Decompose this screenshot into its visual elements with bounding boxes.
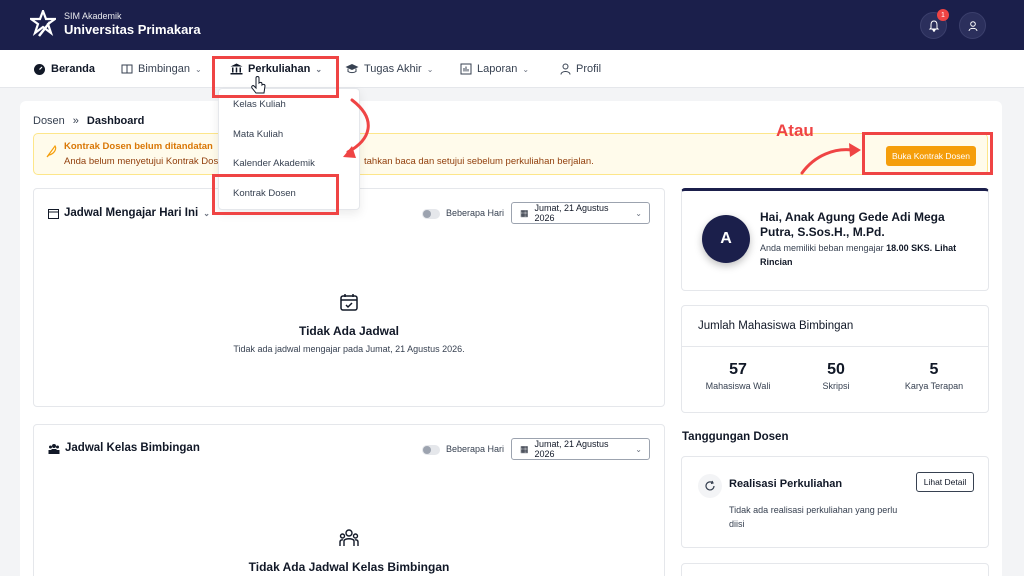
calendar-icon xyxy=(48,208,59,219)
app-title: Universitas Primakara xyxy=(64,22,201,37)
nav-bimbingan[interactable]: Bimbingan ⌄ xyxy=(121,50,202,88)
nav-profil[interactable]: Profil xyxy=(560,50,601,88)
contract-alert: Kontrak Dosen belum ditandatan Anda belu… xyxy=(33,133,988,175)
stat-value: 5 xyxy=(929,361,939,378)
teaching-schedule-card: Jadwal Mengajar Hari Ini ⌄ Beberapa Hari… xyxy=(33,188,665,407)
toggle-label: Beberapa Hari xyxy=(446,208,505,218)
breadcrumb-root[interactable]: Dosen xyxy=(33,115,65,127)
multi-day-toggle[interactable] xyxy=(422,209,440,219)
report-icon xyxy=(460,63,472,75)
breadcrumb-separator: » xyxy=(72,115,79,127)
highlight-open-contract xyxy=(862,132,993,175)
users-icon xyxy=(48,443,60,454)
app-subtitle: SIM Akademik xyxy=(64,11,122,21)
menu-item-kalender-akademik[interactable]: Kalender Akademik xyxy=(233,158,315,169)
nav-tugas-akhir[interactable]: Tugas Akhir ⌄ xyxy=(345,50,433,88)
alert-body: Anda belum menyetujui Kontrak Dos xyxy=(64,156,219,167)
calendar-icon: ▦ xyxy=(520,443,529,454)
main-nav: Beranda Bimbingan ⌄ Perkuliahan ⌄ Tugas … xyxy=(0,50,1024,88)
stat-label: Mahasiswa Wali xyxy=(705,381,771,391)
stat-value: 50 xyxy=(827,361,845,378)
notification-button[interactable]: 1 xyxy=(920,9,949,39)
teaching-load: Anda memiliki beban mengajar 18.00 SKS. … xyxy=(760,241,982,269)
notification-badge: 1 xyxy=(937,9,949,21)
graduation-cap-icon xyxy=(345,64,359,74)
stat-item: 57 Mahasiswa Wali xyxy=(688,361,788,391)
toggle-label: Beberapa Hari xyxy=(446,444,505,454)
user-icon xyxy=(560,63,571,75)
multi-day-toggle[interactable] xyxy=(422,445,440,455)
chevron-down-icon: ⌄ xyxy=(635,208,642,218)
nav-beranda[interactable]: Beranda xyxy=(33,50,95,88)
breadcrumb-current: Dashboard xyxy=(86,115,145,127)
chevron-down-icon: ⌄ xyxy=(635,444,642,454)
user-menu-button[interactable] xyxy=(959,12,986,39)
stat-label: Karya Terapan xyxy=(904,381,964,391)
next-card xyxy=(681,563,989,576)
logo-icon xyxy=(30,10,56,37)
alert-body-tail: tahkan baca dan setujui sebelum perkulia… xyxy=(364,156,594,167)
chevron-down-icon: ⌄ xyxy=(522,64,530,74)
date-select[interactable]: ▦ Jumat, 21 Agustus 2026 ⌄ xyxy=(511,438,650,460)
date-select[interactable]: ▦ Jumat, 21 Agustus 2026 ⌄ xyxy=(511,202,650,224)
chevron-down-icon: ⌄ xyxy=(203,208,210,218)
calendar-check-icon xyxy=(340,294,358,311)
stats-title: Jumlah Mahasiswa Bimbingan xyxy=(698,320,854,332)
view-detail-button[interactable]: Lihat Detail xyxy=(916,472,974,492)
calendar-icon: ▦ xyxy=(520,207,529,218)
realization-text: Tidak ada realisasi perkuliahan yang per… xyxy=(729,505,898,529)
teaching-load-value: 18.00 SKS. xyxy=(886,243,933,253)
user-icon xyxy=(968,20,977,31)
chevron-down-icon: ⌄ xyxy=(194,64,202,74)
alert-title: Kontrak Dosen belum ditandatan xyxy=(64,141,213,152)
divider xyxy=(682,346,988,347)
guidance-schedule-card: Jadwal Kelas Bimbingan Beberapa Hari ▦ J… xyxy=(33,424,665,576)
nav-label: Beranda xyxy=(51,63,96,75)
book-icon xyxy=(121,64,133,74)
dashboard-icon xyxy=(34,63,45,75)
users-icon xyxy=(339,529,359,546)
nav-label: Bimbingan xyxy=(138,63,190,75)
card-title[interactable]: Jadwal Mengajar Hari Ini ⌄ xyxy=(48,207,210,219)
menu-item-kelas-kuliah[interactable]: Kelas Kuliah xyxy=(233,99,286,110)
menu-item-mata-kuliah[interactable]: Mata Kuliah xyxy=(233,129,283,140)
nav-label: Laporan xyxy=(477,63,518,75)
avatar: A xyxy=(702,215,750,263)
refresh-icon xyxy=(698,474,722,498)
profile-greeting: Hai, Anak Agung Gede Adi Mega Putra, S.S… xyxy=(760,210,945,239)
nav-label: Profil xyxy=(576,63,602,75)
annotation-atau: Atau xyxy=(776,121,814,140)
brand[interactable]: SIM Akademik Universitas Primakara xyxy=(30,10,201,38)
chevron-down-icon: ⌄ xyxy=(426,64,434,74)
nav-label: Tugas Akhir xyxy=(364,63,422,75)
bell-icon xyxy=(928,19,939,32)
nav-laporan[interactable]: Laporan ⌄ xyxy=(460,50,529,88)
date-value: Jumat, 21 Agustus 2026 xyxy=(534,203,609,223)
feather-icon xyxy=(46,144,57,158)
teaching-load-text: Anda memiliki beban mengajar xyxy=(760,243,884,253)
profile-card: A Hai, Anak Agung Gede Adi Mega Putra, S… xyxy=(681,188,989,291)
stat-item: 5 Karya Terapan xyxy=(884,361,984,391)
breadcrumb: Dosen » Dashboard xyxy=(33,115,144,127)
card-title-text: Jadwal Kelas Bimbingan xyxy=(65,442,200,454)
date-value: Jumat, 21 Agustus 2026 xyxy=(534,439,609,459)
empty-state-subtitle: Tidak ada jadwal mengajar pada Jumat, 21… xyxy=(233,344,465,354)
stat-label: Skripsi xyxy=(822,381,850,391)
stat-value: 57 xyxy=(729,361,747,378)
card-title-text: Jadwal Mengajar Hari Ini xyxy=(64,207,199,219)
card-title: Jadwal Kelas Bimbingan xyxy=(48,442,200,454)
realization-title: Realisasi Perkuliahan xyxy=(729,478,843,490)
empty-state-title: Tidak Ada Jadwal xyxy=(298,324,400,338)
highlight-perkuliahan xyxy=(212,56,339,98)
section-title: Tanggungan Dosen xyxy=(682,431,789,443)
highlight-kontrak-dosen xyxy=(212,174,339,215)
student-stats-card: Jumlah Mahasiswa Bimbingan 57 Mahasiswa … xyxy=(681,305,989,413)
top-header: SIM Akademik Universitas Primakara 1 xyxy=(0,0,1024,50)
realization-card: Realisasi Perkuliahan Lihat Detail Tidak… xyxy=(681,456,989,548)
stat-item: 50 Skripsi xyxy=(786,361,886,391)
empty-state-title: Tidak Ada Jadwal Kelas Bimbingan xyxy=(248,560,450,574)
